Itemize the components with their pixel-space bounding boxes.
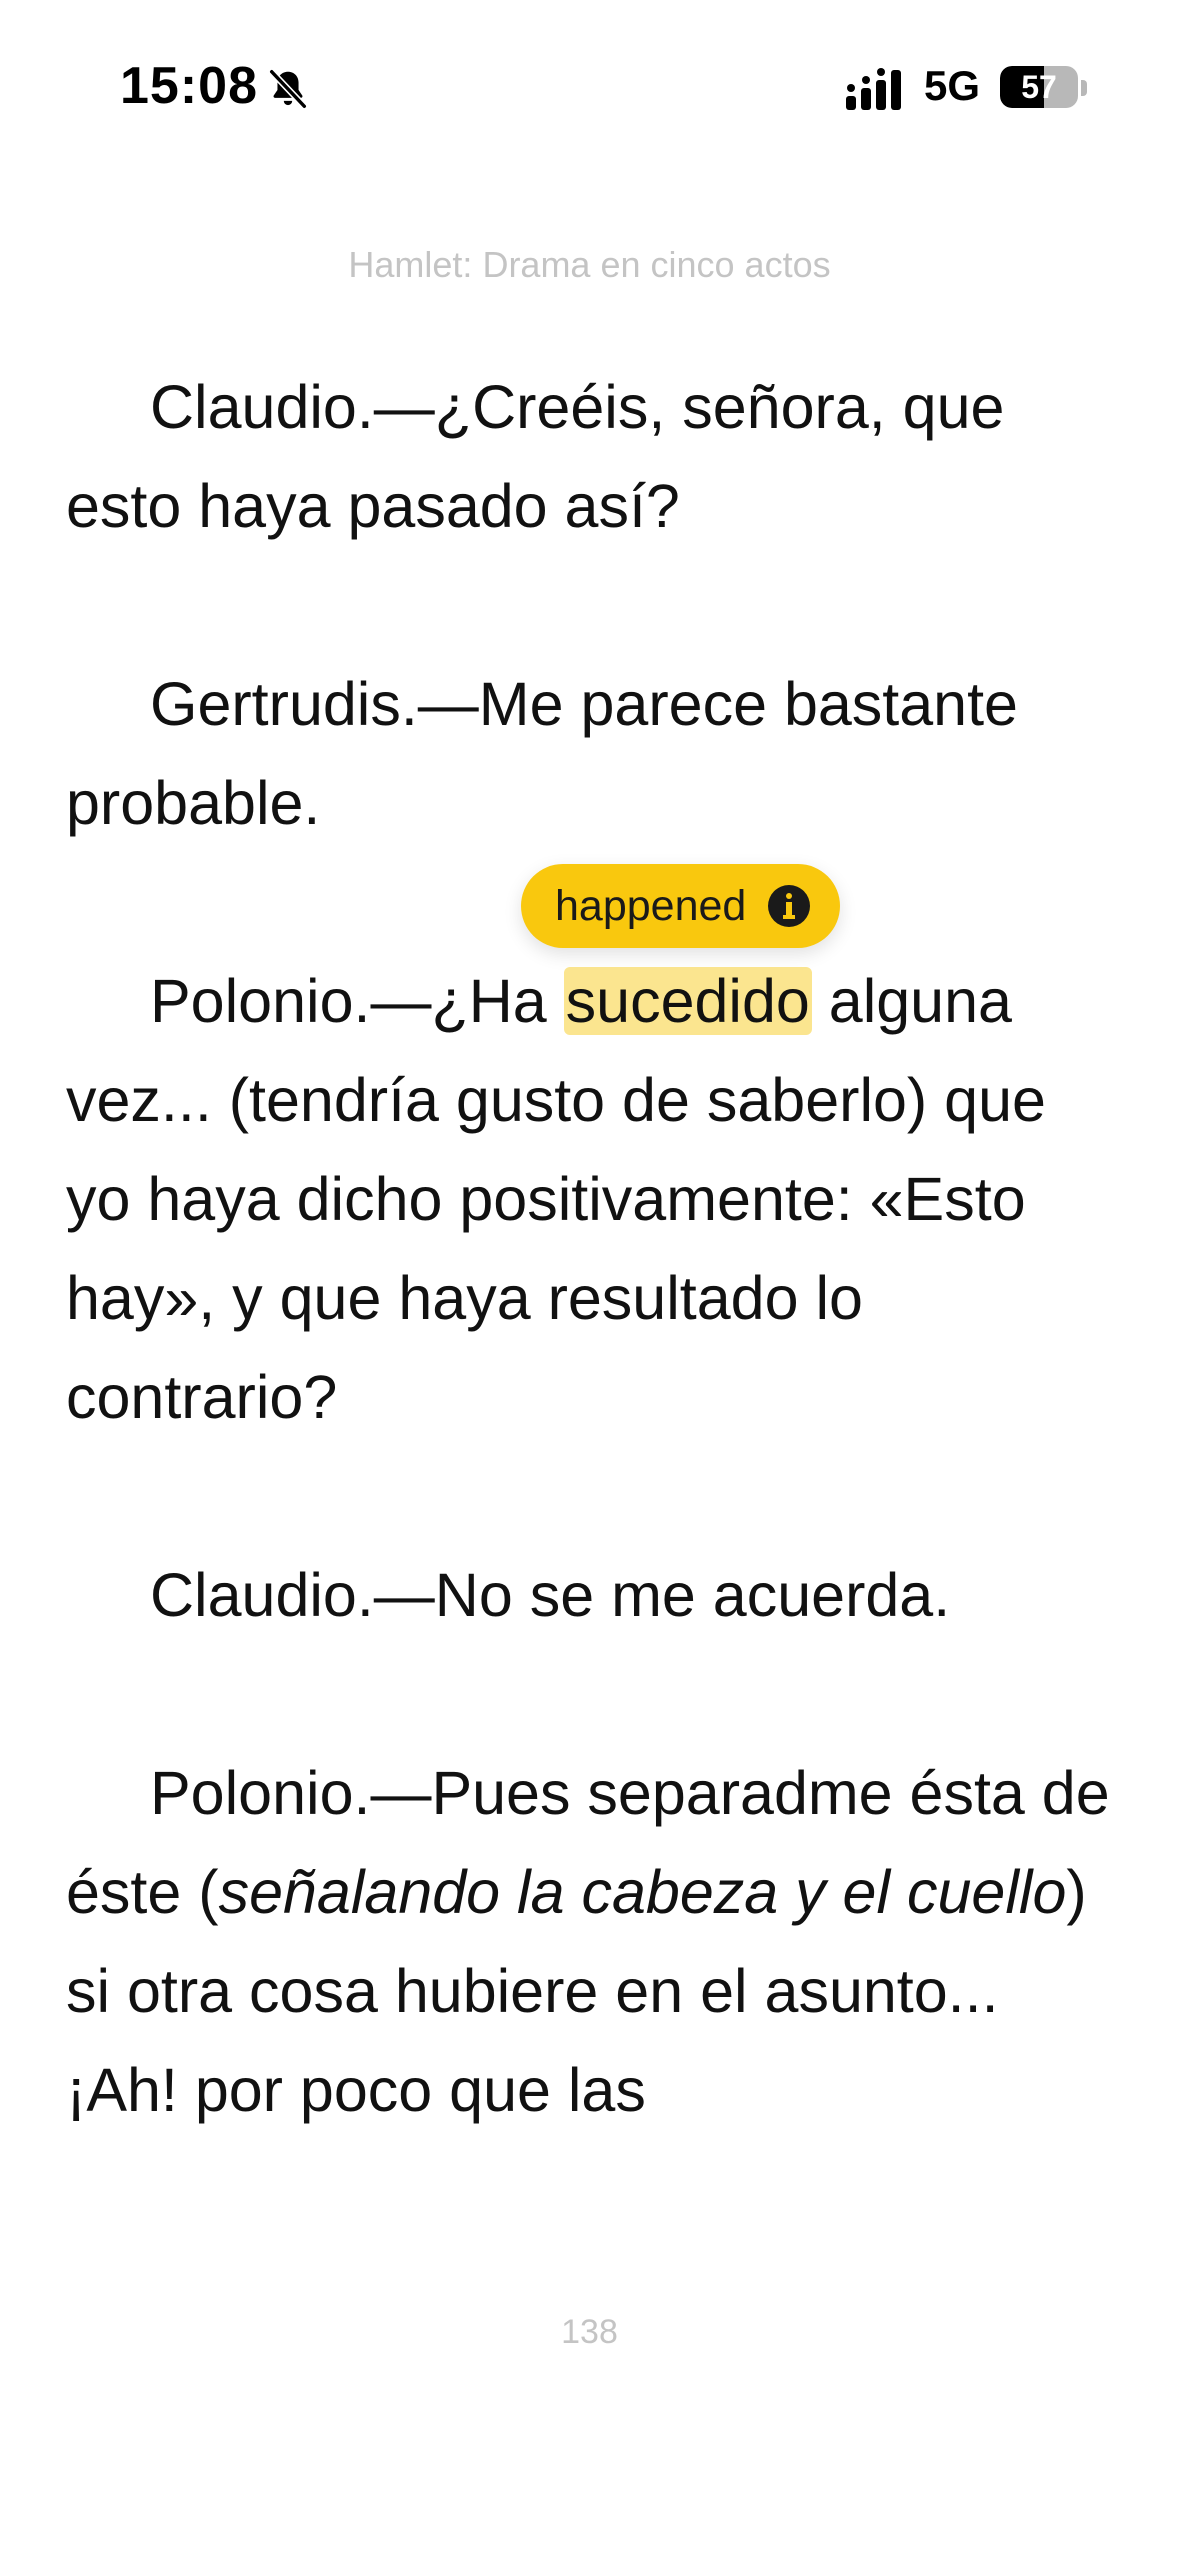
book-title[interactable]: Hamlet: Drama en cinco actos bbox=[0, 244, 1179, 286]
stage-direction[interactable]: señalando la cabeza y el cuello bbox=[219, 1858, 1067, 1926]
signal-icon bbox=[846, 68, 901, 110]
battery-cap bbox=[1081, 80, 1087, 96]
battery-icon: 57 bbox=[1000, 66, 1078, 108]
paragraph[interactable]: Claudio.—¿Creéis, señora, que esto haya … bbox=[66, 358, 1126, 556]
status-bar: 15:08 5G 57 bbox=[0, 0, 1179, 180]
highlighted-word[interactable]: sucedido bbox=[563, 967, 812, 1035]
paragraph[interactable]: Claudio.—No se me acuerda. bbox=[66, 1546, 1126, 1645]
status-time: 15:08 bbox=[120, 57, 258, 115]
paragraph-text[interactable]: alguna vez... (tendría gusto de saberlo)… bbox=[66, 967, 1046, 1431]
paragraph[interactable]: Polonio.—¿Ha sucedido alguna vez... (ten… bbox=[66, 952, 1126, 1447]
translation-text[interactable]: happened bbox=[555, 882, 746, 931]
info-icon[interactable] bbox=[768, 885, 811, 927]
reading-pane[interactable]: Claudio.—¿Creéis, señora, que esto haya … bbox=[66, 358, 1126, 2140]
battery-percentage: 57 bbox=[1021, 69, 1057, 105]
bell-slash-icon bbox=[268, 68, 308, 110]
network-type: 5G bbox=[924, 62, 981, 109]
translation-tooltip[interactable]: happened bbox=[521, 864, 841, 948]
paragraph[interactable]: Gertrudis.—Me parece bastante probable. bbox=[66, 655, 1126, 853]
paragraph-text[interactable]: Polonio.—¿Ha bbox=[150, 967, 564, 1035]
page-number: 138 bbox=[561, 2313, 618, 2351]
paragraph[interactable]: Polonio.—Pues separadme ésta de éste (se… bbox=[66, 1744, 1126, 2140]
